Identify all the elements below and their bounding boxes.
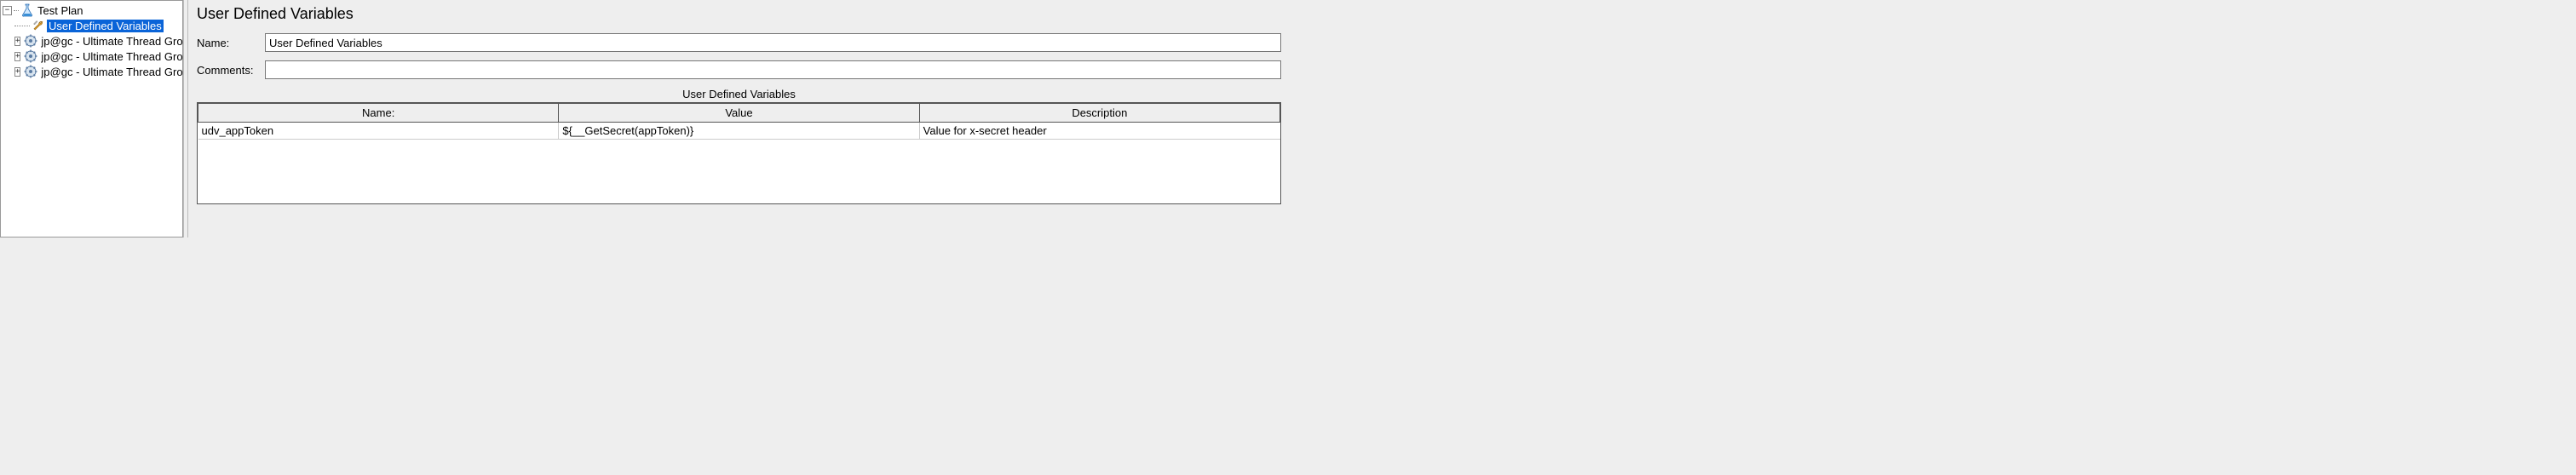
col-header-description[interactable]: Description: [919, 104, 1279, 123]
editor-panel: User Defined Variables Name: Comments: U…: [188, 0, 1288, 238]
cell-name[interactable]: udv_appToken: [198, 123, 559, 140]
cell-description[interactable]: Value for x-secret header: [919, 123, 1279, 140]
tree-label-udv[interactable]: User Defined Variables: [47, 20, 164, 32]
tree-label-root[interactable]: Test Plan: [36, 4, 84, 17]
tree-connector: [14, 10, 19, 11]
gear-icon: [24, 49, 37, 63]
tree-label-tg2[interactable]: jp@gc - Ultimate Thread Group: [39, 50, 183, 63]
tree-node-root[interactable]: − Test Plan: [3, 3, 182, 18]
comments-row: Comments:: [197, 60, 1281, 79]
wrench-icon: [32, 19, 45, 32]
table-caption: User Defined Variables: [197, 88, 1281, 100]
tree-panel: − Test Plan User Defined Variables + jp@…: [0, 0, 183, 238]
tree-node-threadgroup-1[interactable]: + jp@gc - Ultimate Thread Group: [3, 33, 182, 49]
table-row[interactable]: udv_appToken ${__GetSecret(appToken)} Va…: [198, 123, 1280, 140]
variables-table-container: Name: Value Description udv_appToken ${_…: [197, 102, 1281, 204]
name-input[interactable]: [265, 33, 1281, 52]
expand-icon[interactable]: +: [14, 67, 20, 77]
gear-icon: [24, 34, 37, 48]
tree-label-tg1[interactable]: jp@gc - Ultimate Thread Group: [39, 35, 183, 48]
tree-node-udv[interactable]: User Defined Variables: [3, 18, 182, 33]
tree-label-tg3[interactable]: jp@gc - Ultimate Thread Group: [39, 66, 183, 78]
expand-icon[interactable]: +: [14, 37, 20, 46]
gear-icon: [24, 65, 37, 78]
flask-icon: [20, 3, 34, 17]
col-header-value[interactable]: Value: [559, 104, 919, 123]
comments-label: Comments:: [197, 64, 265, 77]
page-title: User Defined Variables: [197, 5, 1281, 23]
variables-table[interactable]: Name: Value Description udv_appToken ${_…: [198, 103, 1280, 140]
tree-node-threadgroup-2[interactable]: + jp@gc - Ultimate Thread Group: [3, 49, 182, 64]
col-header-name[interactable]: Name:: [198, 104, 559, 123]
name-row: Name:: [197, 33, 1281, 52]
comments-input[interactable]: [265, 60, 1281, 79]
table-header-row: Name: Value Description: [198, 104, 1280, 123]
name-label: Name:: [197, 37, 265, 49]
cell-value[interactable]: ${__GetSecret(appToken)}: [559, 123, 919, 140]
tree-node-threadgroup-3[interactable]: + jp@gc - Ultimate Thread Group: [3, 64, 182, 79]
collapse-icon[interactable]: −: [3, 6, 12, 15]
expand-icon[interactable]: +: [14, 52, 20, 61]
